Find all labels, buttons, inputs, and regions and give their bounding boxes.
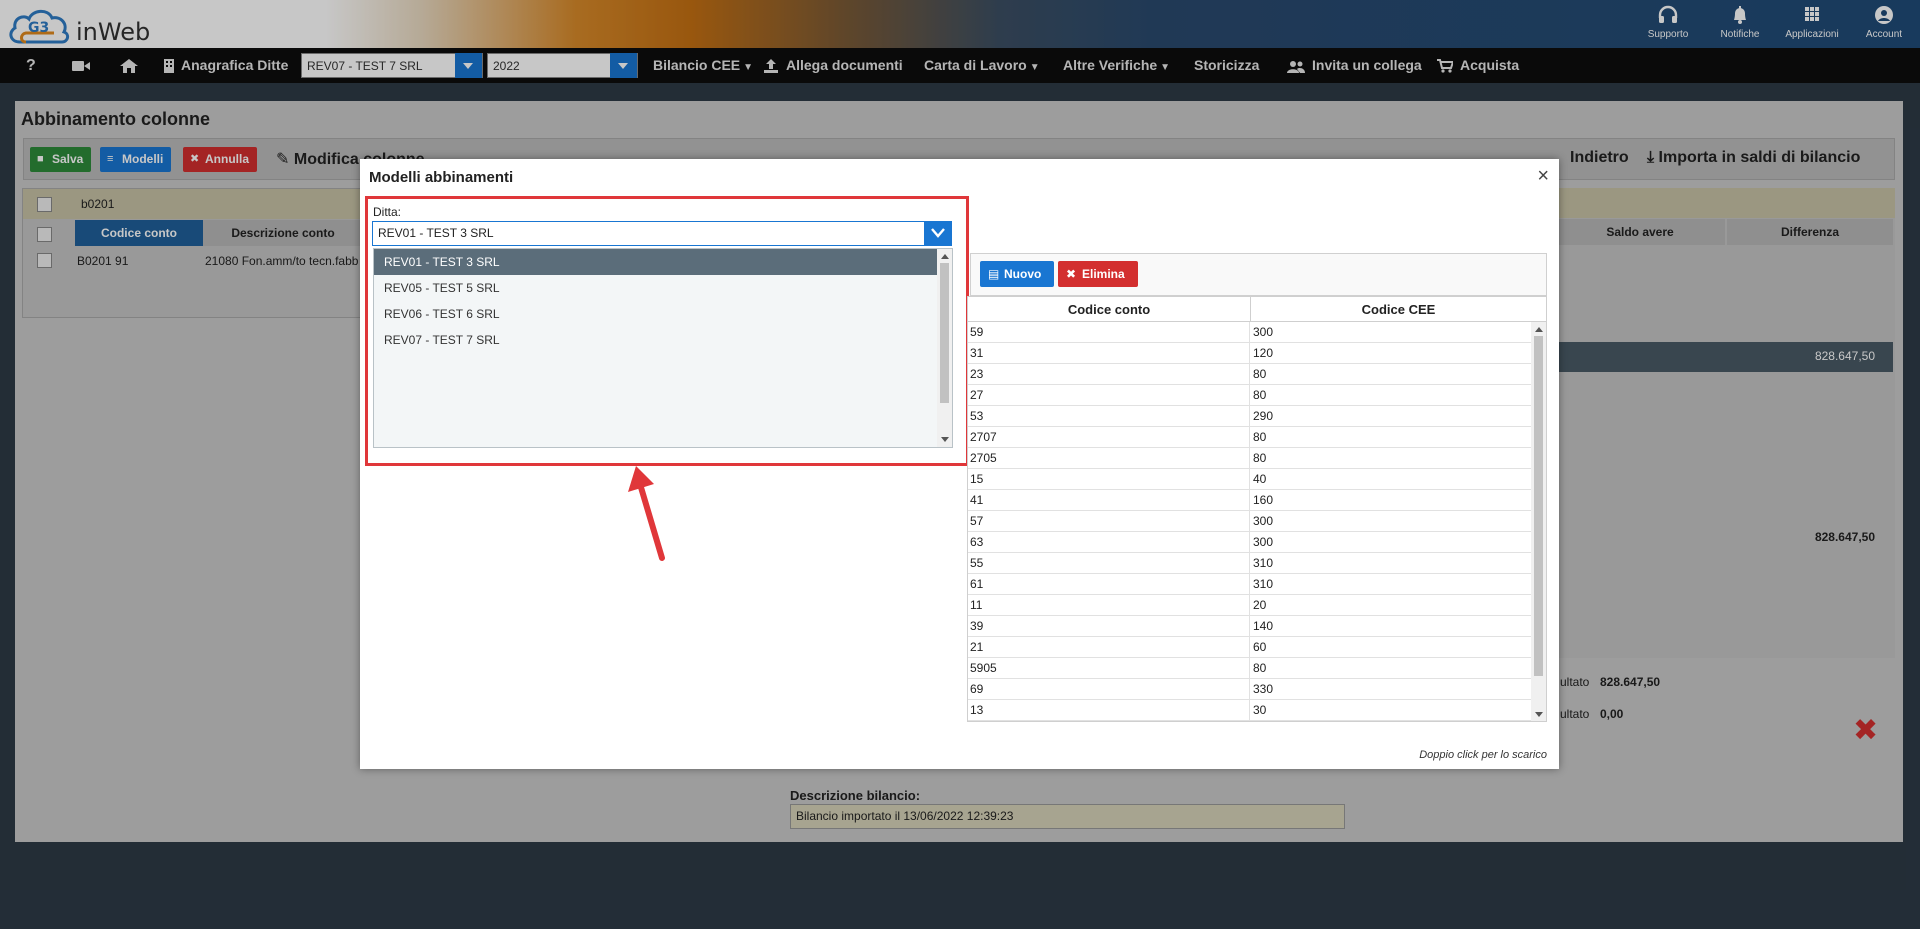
codice-cee-cell: 80	[1253, 430, 1267, 444]
codice-conto-cell: 31	[968, 343, 1250, 363]
codice-conto-cell: 2707	[968, 427, 1250, 447]
scroll-thumb[interactable]	[1534, 336, 1543, 676]
table-row[interactable]: 59 300	[968, 322, 1531, 343]
close-icon[interactable]: ×	[1537, 165, 1549, 188]
codice-cee-cell: 290	[1253, 409, 1274, 423]
codice-cee-cell: 160	[1253, 493, 1274, 507]
table-row[interactable]: 39 140	[968, 616, 1531, 637]
scroll-up-icon[interactable]	[941, 254, 949, 259]
codice-cee-cell: 300	[1253, 325, 1274, 339]
codice-cee-cell: 120	[1253, 346, 1274, 360]
dropdown-scrollbar[interactable]	[937, 249, 952, 447]
models-modal: Modelli abbinamenti × Ditta: REV01 - TES…	[360, 159, 1559, 769]
ditta-combo-value: REV01 - TEST 3 SRL	[378, 226, 494, 240]
double-click-hint: Doppio click per lo scarico	[1419, 749, 1547, 761]
new-button[interactable]: ▤ Nuovo	[980, 261, 1054, 287]
dropdown-option[interactable]: REV01 - TEST 3 SRL	[374, 249, 937, 275]
delete-button[interactable]: ✖ Elimina	[1058, 261, 1138, 287]
table-row[interactable]: 2705 80	[968, 448, 1531, 469]
dropdown-option[interactable]: REV05 - TEST 5 SRL	[374, 275, 937, 301]
codice-cee-cell: 80	[1253, 367, 1267, 381]
ditta-label: Ditta:	[373, 205, 402, 219]
table-row[interactable]: 2707 80	[968, 427, 1531, 448]
codice-cee-cell: 30	[1253, 703, 1267, 717]
codice-conto-cell: 21	[968, 637, 1250, 657]
table-scrollbar[interactable]	[1531, 322, 1546, 721]
codice-cee-cell: 330	[1253, 682, 1274, 696]
table-row[interactable]: 27 80	[968, 385, 1531, 406]
table-row[interactable]: 69 330	[968, 679, 1531, 700]
new-label: Nuovo	[1004, 267, 1042, 281]
table-row[interactable]: 21 60	[968, 637, 1531, 658]
table-row[interactable]: 13 30	[968, 700, 1531, 721]
scroll-down-icon[interactable]	[941, 437, 949, 442]
ditta-combo[interactable]: REV01 - TEST 3 SRL	[372, 221, 952, 246]
codice-conto-cell: 39	[968, 616, 1250, 636]
codice-conto-cell: 23	[968, 364, 1250, 384]
codice-cee-cell: 80	[1253, 388, 1267, 402]
chevron-down-icon	[931, 228, 945, 238]
file-icon: ▤	[988, 267, 1000, 281]
table-row[interactable]: 23 80	[968, 364, 1531, 385]
codice-conto-cell: 57	[968, 511, 1250, 531]
codice-cee-cell: 80	[1253, 661, 1267, 675]
close-icon: ✖	[1066, 267, 1077, 281]
table-row[interactable]: 11 20	[968, 595, 1531, 616]
table-row[interactable]: 31 120	[968, 343, 1531, 364]
scroll-down-icon[interactable]	[1535, 712, 1543, 717]
codice-cee-cell: 140	[1253, 619, 1274, 633]
scroll-thumb[interactable]	[940, 263, 949, 403]
placeholder	[1340, 262, 1364, 288]
table-row[interactable]: 5905 80	[968, 658, 1531, 679]
table-row[interactable]: 57 300	[968, 511, 1531, 532]
scroll-up-icon[interactable]	[1535, 327, 1543, 332]
codice-cee-cell: 310	[1253, 556, 1274, 570]
codice-cee-cell: 40	[1253, 472, 1267, 486]
codice-conto-cell: 61	[968, 574, 1250, 594]
codice-conto-cell: 55	[968, 553, 1250, 573]
dropdown-option[interactable]: REV07 - TEST 7 SRL	[374, 327, 937, 353]
table-row[interactable]: 55 310	[968, 553, 1531, 574]
table-row[interactable]: 53 290	[968, 406, 1531, 427]
table-row[interactable]: 61 310	[968, 574, 1531, 595]
codice-conto-cell: 69	[968, 679, 1250, 699]
red-arrow-icon	[628, 466, 665, 561]
combo-toggle-button[interactable]	[924, 221, 952, 246]
codice-cee-cell: 20	[1253, 598, 1267, 612]
codice-conto-cell: 5905	[968, 658, 1250, 678]
table-row[interactable]: 63 300	[968, 532, 1531, 553]
codice-conto-cell: 27	[968, 385, 1250, 405]
codice-conto-cell: 63	[968, 532, 1250, 552]
codice-cee-cell: 310	[1253, 577, 1274, 591]
delete-label: Elimina	[1082, 267, 1125, 281]
codice-conto-cell: 2705	[968, 448, 1250, 468]
codice-conto-cell: 41	[968, 490, 1250, 510]
codice-conto-cell: 13	[968, 700, 1250, 720]
table-row[interactable]: 15 40	[968, 469, 1531, 490]
codice-conto-cell: 59	[968, 322, 1250, 342]
codice-cee-cell: 300	[1253, 514, 1274, 528]
dropdown-option[interactable]: REV06 - TEST 6 SRL	[374, 301, 937, 327]
table-row[interactable]: 41 160	[968, 490, 1531, 511]
codice-conto-cell: 53	[968, 406, 1250, 426]
col-codice-conto: Codice conto	[968, 297, 1251, 322]
codice-cee-cell: 60	[1253, 640, 1267, 654]
modal-title: Modelli abbinamenti	[369, 169, 514, 186]
ditta-dropdown-list: REV01 - TEST 3 SRL REV05 - TEST 5 SRL RE…	[373, 248, 953, 448]
codice-conto-cell: 11	[968, 595, 1250, 615]
codice-cee-cell: 80	[1253, 451, 1267, 465]
col-codice-cee: Codice CEE	[1251, 297, 1546, 322]
models-table: Codice conto Codice CEE 59 300 31 120 23 80 27…	[967, 296, 1547, 722]
codice-cee-cell: 300	[1253, 535, 1274, 549]
codice-conto-cell: 15	[968, 469, 1250, 489]
models-toolbar	[970, 253, 1547, 296]
